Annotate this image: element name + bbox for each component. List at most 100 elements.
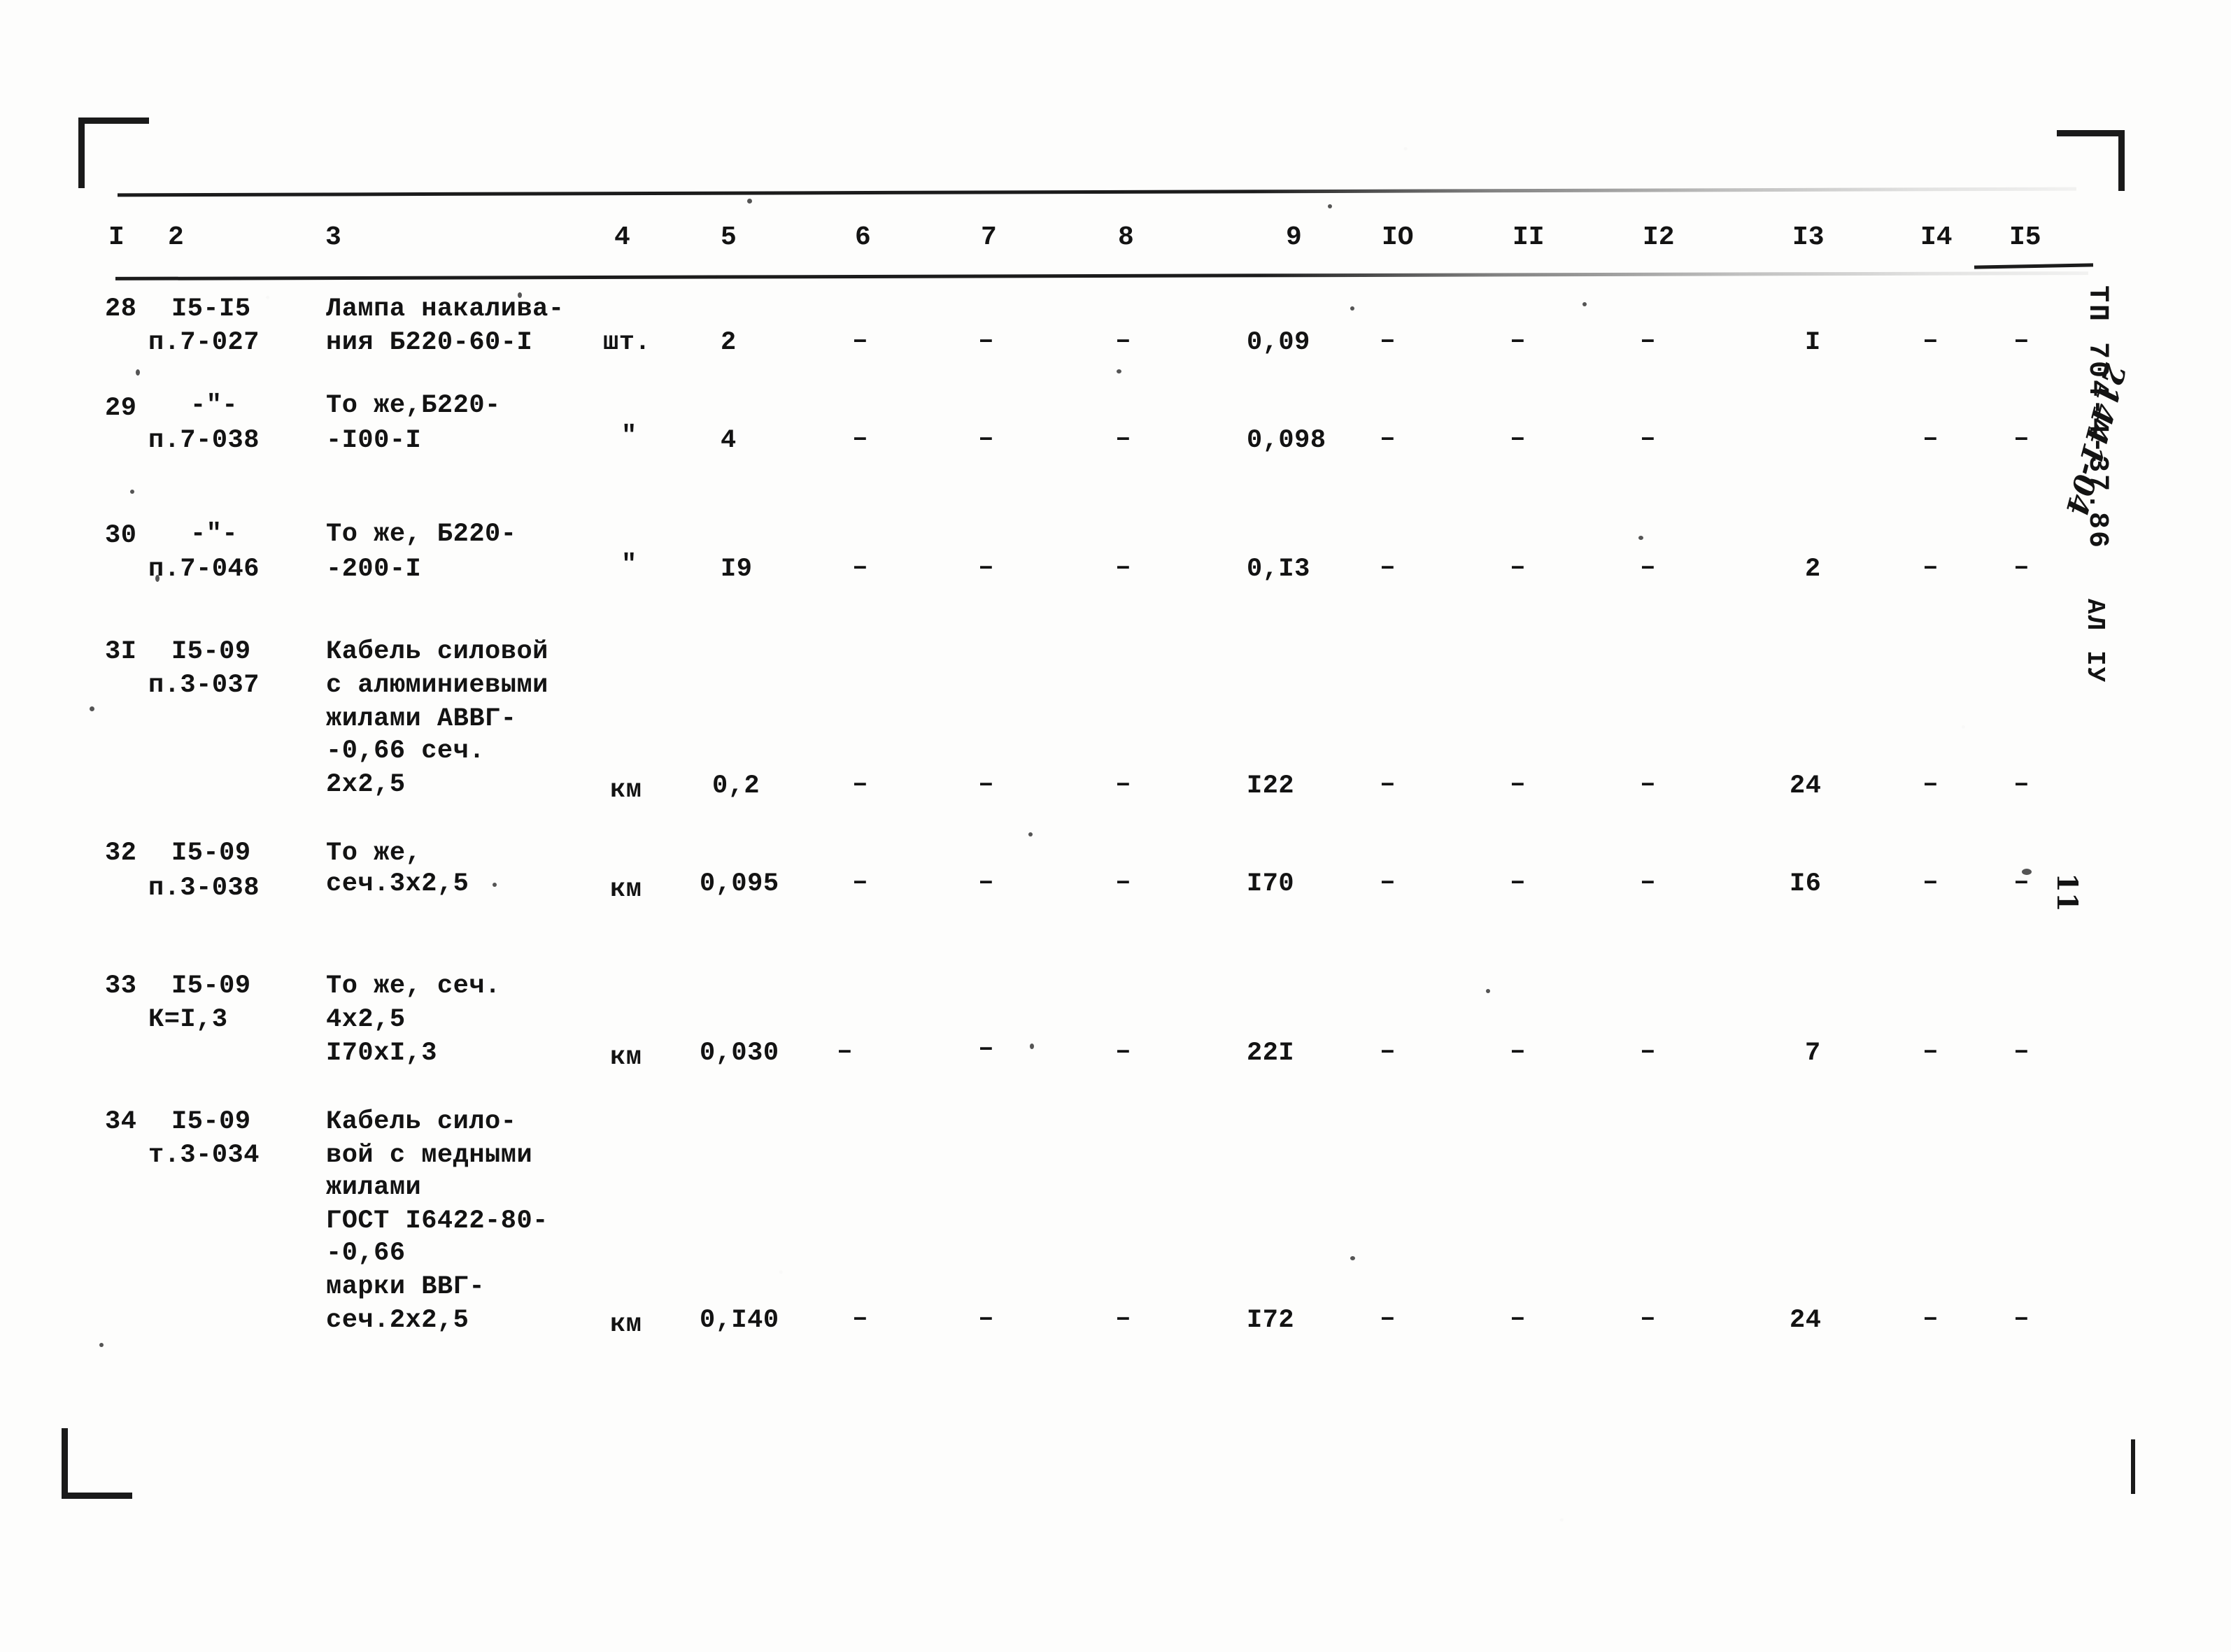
row-value-c8: – (1115, 769, 1131, 799)
column-header-2: 2 (168, 222, 184, 252)
row-value-c10: – (1380, 1037, 1396, 1067)
row-value-c10: – (1380, 553, 1396, 583)
row-value-c13: I (1805, 328, 1821, 357)
scan-speck (1582, 302, 1587, 306)
scan-speck (1638, 536, 1643, 540)
column-header-6: 6 (855, 222, 871, 252)
row-value-c15: – (2013, 1037, 2030, 1067)
row-unit: шт. (603, 328, 651, 357)
row-value-c7: – (978, 326, 994, 356)
row-unit: км (610, 875, 642, 904)
row-value-c5: 0,030 (700, 1039, 779, 1068)
row-desc-line: Кабель сило- (326, 1107, 517, 1137)
column-header-7: 7 (981, 222, 997, 252)
row-desc-line: 2х2,5 (326, 770, 406, 799)
row-code-line: I5-I5 (171, 294, 251, 324)
row-value-c14: – (1922, 769, 1939, 799)
row-value-c9: I70 (1247, 869, 1295, 899)
row-desc-line: ГОСТ I6422-80- (326, 1206, 548, 1236)
table-top-rule (117, 187, 2077, 197)
row-code-line: т.3-034 (148, 1141, 260, 1170)
scan-speck (1030, 1044, 1034, 1049)
scan-speck (90, 706, 94, 711)
scan-speck (1486, 989, 1490, 993)
row-code-line: п.3-038 (148, 874, 260, 903)
row-num: 33 (105, 971, 137, 1001)
row-num: 28 (105, 294, 137, 324)
column-header-8: 8 (1118, 222, 1134, 252)
row-value-c7: – (978, 769, 994, 799)
row-value-c15: – (2013, 326, 2030, 356)
scan-speck (136, 369, 140, 376)
row-value-c11: – (1510, 867, 1526, 897)
row-code-line: I5-09 (171, 637, 251, 667)
row-unit: " (621, 422, 637, 451)
row-value-c13: 2 (1805, 555, 1821, 584)
row-code-line: -"- (190, 520, 239, 549)
row-value-c12: – (1640, 553, 1656, 583)
row-value-c6: – (852, 769, 868, 799)
row-value-c13: 24 (1790, 771, 1822, 801)
row-value-c5: I9 (721, 555, 753, 584)
row-value-c14: – (1922, 424, 1939, 454)
row-unit: км (610, 1310, 642, 1339)
row-code-line: I5-09 (171, 1107, 251, 1137)
scanned-page: I 2 3 4 5 6 7 8 9 IO II I2 I3 I4 I5 28 I… (0, 0, 2231, 1652)
row-value-c9: 22I (1247, 1039, 1295, 1068)
column-header-5: 5 (721, 222, 737, 252)
row-value-c5: 0,I40 (700, 1306, 779, 1335)
row-value-c6: – (852, 1304, 868, 1334)
row-desc-line: ния Б220-60-I (326, 328, 533, 357)
row-value-c12: – (1640, 1037, 1656, 1067)
handwritten-code: 21441-04 (2059, 360, 2132, 520)
scan-speck (1328, 204, 1332, 208)
row-desc-line: То же,Б220- (326, 391, 501, 420)
column-header-11: II (1513, 222, 1545, 252)
row-code-line: I5-09 (171, 839, 251, 868)
column-header-10: IO (1382, 222, 1414, 252)
corner-mark-bottom-left (62, 1428, 132, 1499)
row-value-c6: – (837, 1037, 853, 1067)
page-number: 11 (2051, 873, 2083, 912)
row-value-c10: – (1380, 1304, 1396, 1334)
row-value-c9: I22 (1247, 771, 1295, 801)
row-unit: " (621, 550, 637, 580)
row-value-c11: – (1510, 1037, 1526, 1067)
row-code-line: -"- (190, 391, 239, 420)
row-value-c8: – (1115, 1304, 1131, 1334)
row-desc-line: сеч.3х2,5 (326, 869, 469, 899)
row-value-c10: – (1380, 867, 1396, 897)
column-header-4: 4 (614, 222, 630, 252)
row-code-line: п.7-046 (148, 555, 260, 584)
row-num: 34 (105, 1107, 137, 1137)
row-value-c15: – (2013, 769, 2030, 799)
row-code-line: п.3-037 (148, 671, 260, 700)
scan-speck (518, 292, 522, 298)
row-value-c8: – (1115, 553, 1131, 583)
row-num: 30 (105, 521, 137, 550)
row-value-c12: – (1640, 769, 1656, 799)
row-desc-line: -200-I (326, 555, 422, 584)
row-value-c10: – (1380, 326, 1396, 356)
scan-speck (747, 199, 752, 204)
scan-speck (1028, 832, 1033, 836)
row-desc-line: Кабель силовой (326, 637, 548, 667)
row-num: 32 (105, 839, 137, 868)
album-part-stamp: IУ (2081, 650, 2109, 684)
row-desc-line: 4х2,5 (326, 1005, 406, 1034)
row-desc-line: То же, Б220- (326, 520, 517, 549)
row-value-c7: – (978, 867, 994, 897)
album-stamp: АЛ (2081, 599, 2109, 632)
row-code-line: п.7-038 (148, 426, 260, 455)
row-value-c13: I6 (1790, 869, 1822, 899)
row-value-c8: – (1115, 867, 1131, 897)
row-value-c6: – (852, 424, 868, 454)
row-desc-line: жилами АВВГ- (326, 704, 517, 734)
column-15-underline (1974, 263, 2094, 269)
row-value-c11: – (1510, 553, 1526, 583)
row-desc-line: То же, (326, 839, 422, 868)
row-value-c11: – (1510, 1304, 1526, 1334)
row-value-c10: – (1380, 424, 1396, 454)
row-value-c9: 0,I3 (1247, 555, 1310, 584)
row-value-c14: – (1922, 867, 1939, 897)
